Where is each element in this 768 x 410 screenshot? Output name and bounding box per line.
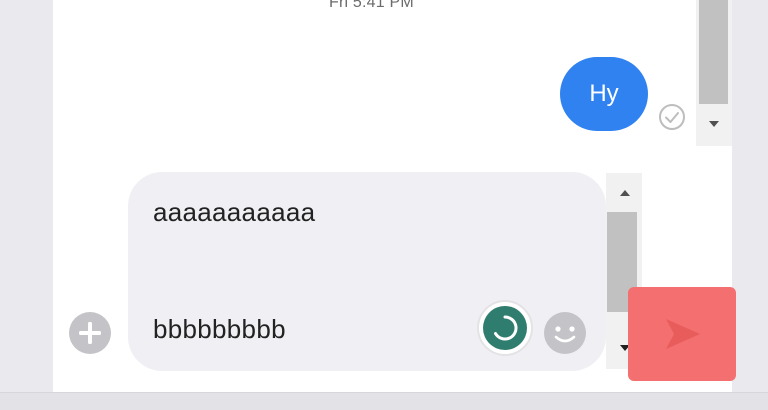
plus-circle-icon[interactable]	[68, 311, 112, 355]
scroll-up-arrow-icon[interactable]	[615, 185, 635, 201]
scroll-down-arrow-icon[interactable]	[704, 116, 724, 132]
check-circle-icon	[659, 104, 685, 130]
sent-message-bubble[interactable]: Hy	[560, 57, 648, 131]
send-icon	[666, 319, 700, 349]
spinner-icon	[477, 300, 533, 356]
composer-text-line[interactable]: aaaaaaaaaaa	[153, 197, 315, 228]
send-button[interactable]	[628, 287, 736, 381]
sent-message-text: Hy	[589, 80, 619, 107]
window-bottom-bar	[0, 392, 768, 410]
composer-text-line[interactable]: bbbbbbbbb	[153, 314, 286, 345]
message-list-scroll-thumb[interactable]	[699, 0, 728, 104]
message-timestamp: Fri 5:41 PM	[329, 0, 414, 11]
smiley-icon[interactable]	[542, 310, 588, 356]
chat-panel: Fri 5:41 PM Hy aaaaaaaaaaa bbbbbbbbb	[53, 0, 736, 392]
